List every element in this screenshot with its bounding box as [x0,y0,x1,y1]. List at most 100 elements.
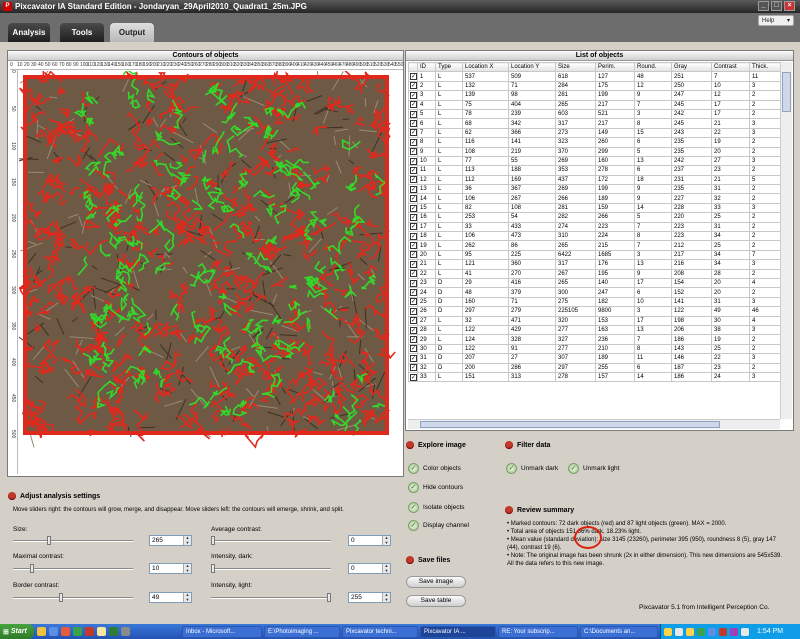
task-documents[interactable]: C:\Documents an... [580,626,658,638]
task-re-subscription[interactable]: RE: Your subscrip... [498,626,578,638]
intensity-dark-stepper[interactable]: 0 ▲ ▼ [348,563,391,574]
column-header[interactable]: Location Y [508,62,556,73]
row-checkbox[interactable]: ✓ [408,146,418,157]
column-header[interactable]: Contrast [711,62,750,73]
table-row[interactable]: ✓18L1064733102248223342109 [408,231,780,242]
stepper-arrows-icon[interactable]: ▲ ▼ [382,592,390,602]
unmark-light-toggle[interactable]: ✓ Unmark light [568,463,619,474]
intensity-dark-slider-thumb[interactable] [211,564,215,573]
quicklaunch-ie-icon[interactable] [49,627,58,636]
table-row[interactable]: ✓16L253542822665220252131 [408,212,780,223]
border-contrast-stepper[interactable]: 49 ▲ ▼ [149,592,192,603]
row-checkbox[interactable]: ✓ [408,137,418,148]
tray-security-icon[interactable] [697,627,705,636]
row-checkbox[interactable]: ✓ [408,212,418,223]
row-checkbox[interactable]: ✓ [408,231,418,242]
color-objects-toggle[interactable]: ✓ Color objects [408,463,461,474]
size-slider-thumb[interactable] [47,536,51,545]
task-pixcavator-ia[interactable]: Pixcavator IA ... [420,626,496,638]
quicklaunch-firefox-icon[interactable] [61,627,70,636]
row-checkbox[interactable]: ✓ [408,296,418,308]
stepper-arrows-icon[interactable]: ▲ ▼ [382,535,390,545]
row-checkbox[interactable]: ✓ [408,118,418,129]
column-header[interactable]: Round. [634,62,672,73]
table-row[interactable]: ✓5L782396035213242172258 [408,108,780,120]
task-pixcavator-techni[interactable]: Pixcavator techni... [342,626,418,638]
row-checkbox[interactable]: ✓ [408,71,418,82]
row-checkbox[interactable]: ✓ [408,80,418,92]
row-checkbox[interactable]: ✓ [408,277,418,289]
minimize-button[interactable]: _ [758,1,769,11]
checkbox-checked-icon[interactable]: ✓ [410,298,417,306]
vertical-scrollbar[interactable] [780,62,792,419]
checkbox-checked-icon[interactable]: ✓ [410,364,417,372]
table-row[interactable]: ✓10L77552691601324227377 [408,155,780,167]
row-checkbox[interactable]: ✓ [408,155,418,167]
table-row[interactable]: ✓4L754042652177245172106 [408,99,780,110]
maximal-contrast-slider[interactable] [13,564,133,573]
quicklaunch-app-icon[interactable] [73,627,82,636]
row-checkbox[interactable]: ✓ [408,90,418,101]
row-checkbox[interactable]: ✓ [408,99,418,110]
quicklaunch-folder-icon[interactable] [37,627,46,636]
intensity-light-slider[interactable] [211,593,331,602]
checkbox-checked-icon[interactable]: ✓ [410,110,417,118]
table-row[interactable]: ✓17L334332742237223312109 [408,221,780,233]
table-row[interactable]: ✓32D2002862972556187232125 [408,362,780,373]
intensity-light-stepper[interactable]: 255 ▲ ▼ [348,592,391,603]
size-slider[interactable] [13,536,133,545]
task-inbox[interactable]: Inbox - Microsoft... [182,626,262,638]
tray-smiley-icon[interactable] [664,627,672,636]
row-checkbox[interactable]: ✓ [408,324,418,336]
row-checkbox[interactable]: ✓ [408,184,418,195]
row-checkbox[interactable]: ✓ [408,221,418,233]
table-row[interactable]: ✓2L132712841751225010384 [408,80,780,92]
horizontal-scrollbar[interactable] [408,419,780,429]
checkbox-checked-icon[interactable]: ✓ [410,91,417,99]
close-button[interactable]: × [784,1,795,11]
table-row[interactable]: ✓9L1082193702995235202147 [408,146,780,157]
checkbox-checked-icon[interactable]: ✓ [410,157,417,165]
quicklaunch-messenger-icon[interactable] [97,627,106,636]
average-contrast-stepper[interactable]: 0 ▲ ▼ [348,535,391,546]
table-row[interactable]: ✓14L106267266189922732291 [408,193,780,204]
column-header[interactable]: Size [555,62,596,73]
table-row[interactable]: ✓29L1243283272367186192115 [408,334,780,345]
light-contour[interactable] [289,284,298,290]
checkbox-checked-icon[interactable]: ✓ [410,251,417,259]
scrollbar-thumb[interactable] [782,72,791,112]
intensity-dark-slider[interactable] [211,564,331,573]
checkbox-checked-icon[interactable]: ✓ [410,185,417,193]
border-contrast-slider-thumb[interactable] [59,593,63,602]
checkbox-checked-icon[interactable]: ✓ [410,101,417,109]
tray-antivirus-icon[interactable] [719,627,727,636]
unmark-dark-toggle[interactable]: ✓ Unmark dark [506,463,558,474]
checkbox-checked-icon[interactable]: ✓ [410,242,417,250]
table-row[interactable]: ✓21L1213603171761321634384 [408,259,780,270]
checkbox-checked-icon[interactable]: ✓ [410,138,417,146]
row-checkbox[interactable]: ✓ [408,165,418,176]
table-row[interactable]: ✓3L13998281199924712297 [408,90,780,101]
checkbox-checked-icon[interactable]: ✓ [410,176,417,184]
checkbox-checked-icon[interactable]: ✓ [410,270,417,278]
row-checkbox[interactable]: ✓ [408,287,418,298]
quicklaunch-settings-icon[interactable] [121,627,130,636]
hide-contours-toggle[interactable]: ✓ Hide contours [408,482,463,493]
checkbox-checked-icon[interactable]: ✓ [410,166,417,174]
row-checkbox[interactable]: ✓ [408,127,418,139]
checkbox-checked-icon[interactable]: ✓ [410,120,417,127]
table-row[interactable]: ✓13L36367269199923531296 [408,184,780,195]
tab-tools[interactable]: Tools [60,23,104,42]
checkbox-checked-icon[interactable]: ✓ [410,307,417,315]
table-row[interactable]: ✓22L41270267195920828294 [408,268,780,280]
tray-messenger-icon[interactable] [686,627,694,636]
quicklaunch-acrobat-icon[interactable] [85,627,94,636]
size-stepper[interactable]: 265 ▲ ▼ [149,535,192,546]
column-header[interactable]: Location X [462,62,509,73]
checkbox-checked-icon[interactable]: ✓ [410,317,417,325]
table-row[interactable]: ✓7L623662731491524322370 [408,127,780,139]
column-header[interactable]: Perim. [595,62,635,73]
table-row[interactable]: ✓33L1513132781571418624375 [408,371,780,383]
checkbox-checked-icon[interactable]: ✓ [410,213,417,221]
isolate-objects-toggle[interactable]: ✓ Isolate objects [408,502,465,513]
